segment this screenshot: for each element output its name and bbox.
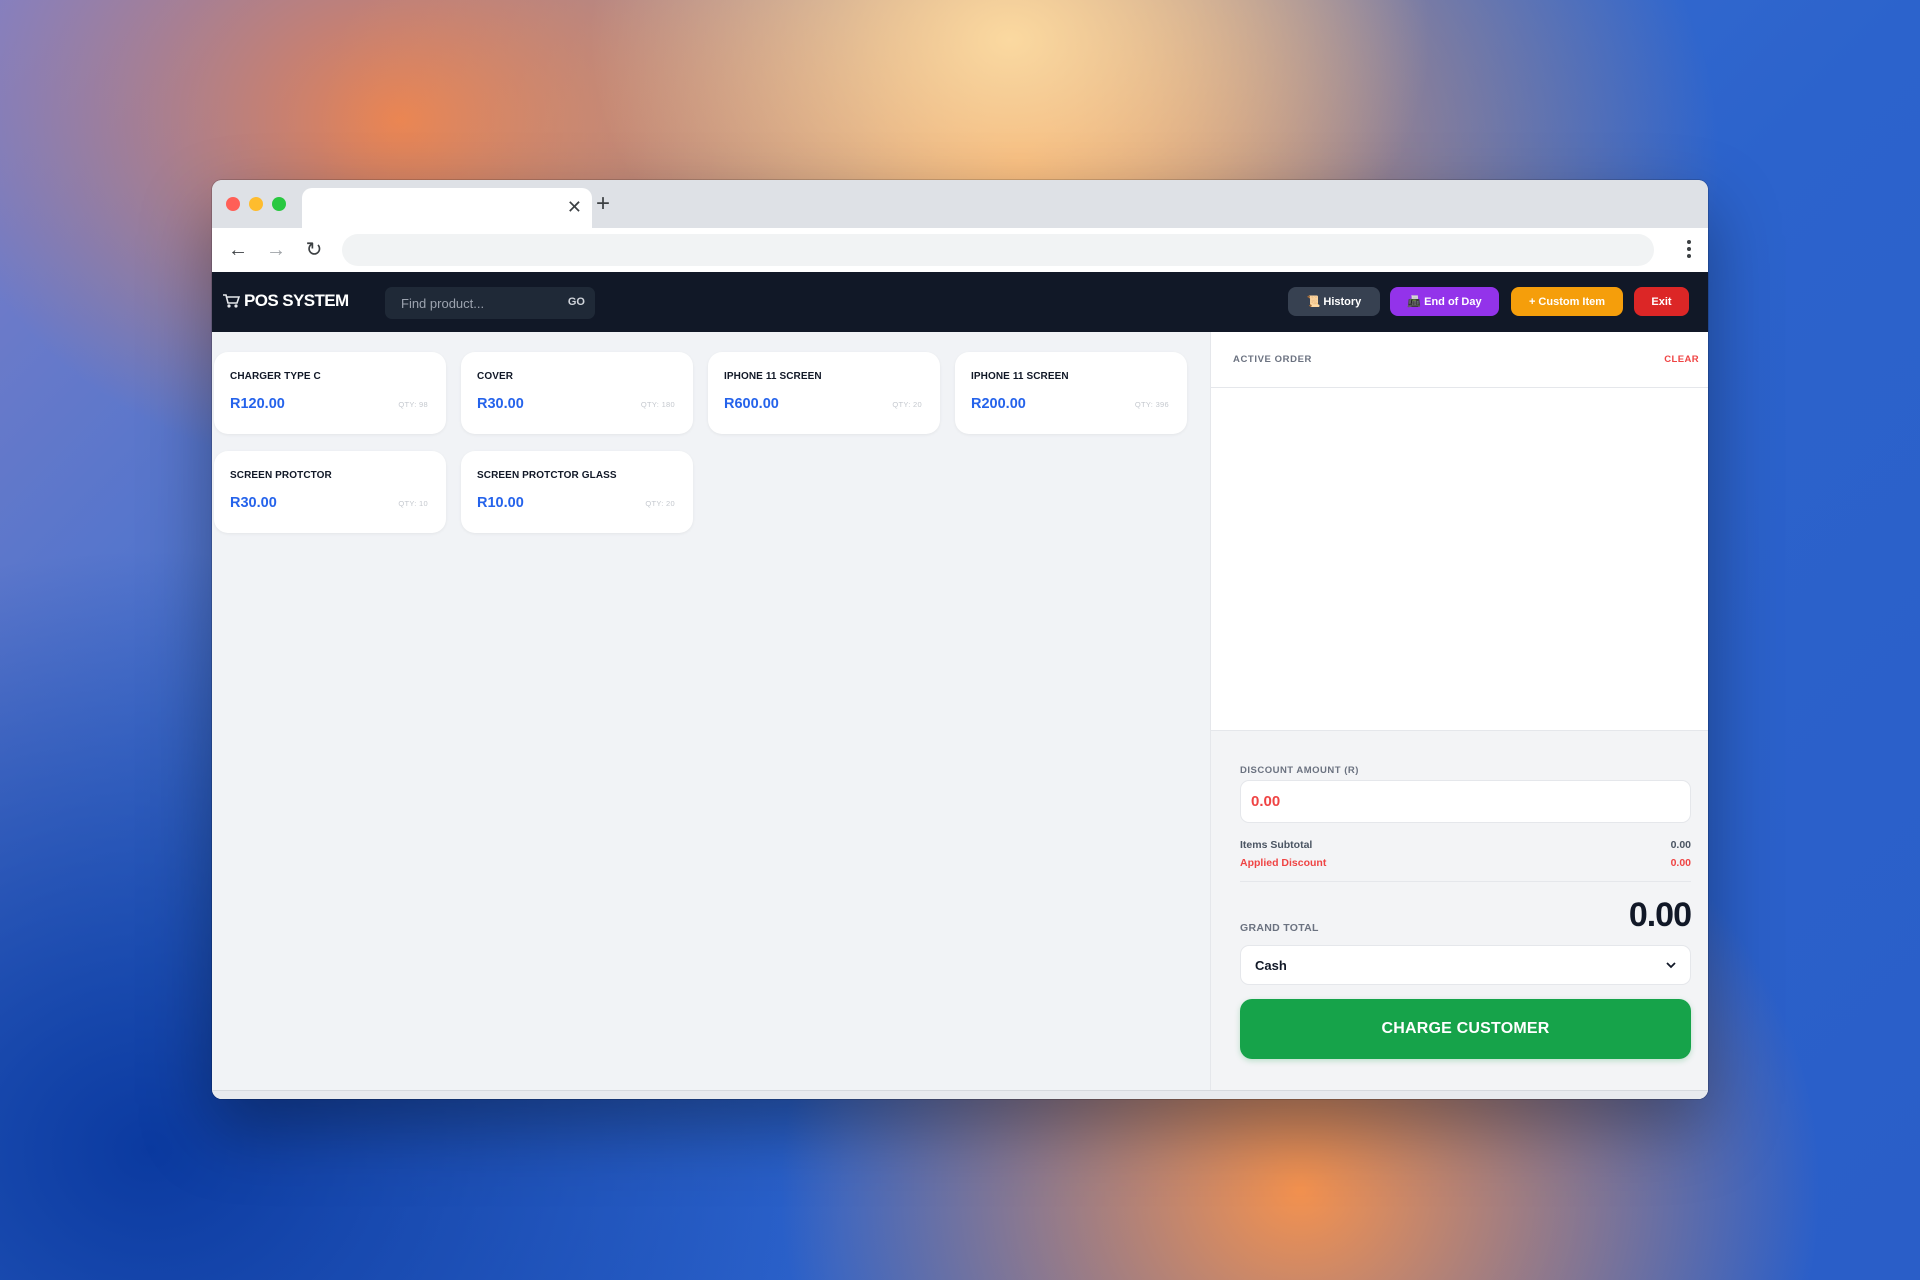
tab-close-icon[interactable]: ✕ [567,197,582,217]
payment-method-value: Cash [1255,957,1287,973]
tab-strip: ✕ + [212,180,1708,228]
browser-menu-icon[interactable] [1686,238,1692,262]
order-title: ACTIVE ORDER [1233,354,1312,365]
discount-input[interactable] [1240,780,1691,823]
app-logo: POS SYSTEM [222,291,349,311]
product-price: R10.00 [477,495,524,511]
exit-button[interactable]: Exit [1634,287,1689,316]
charge-customer-button[interactable]: CHARGE CUSTOMER [1240,999,1691,1059]
product-qty: QTY: 396 [1134,400,1169,409]
applied-discount-label: Applied Discount [1240,857,1327,869]
product-name: COVER [477,371,514,382]
product-price: R120.00 [230,396,285,412]
grand-total-label: GRAND TOTAL [1240,922,1319,934]
product-card[interactable]: SCREEN PROTCTOR GLASS R10.00 QTY: 20 [461,451,693,533]
search-go-button[interactable]: GO [568,296,585,308]
product-qty: QTY: 20 [645,499,675,508]
product-name: SCREEN PROTCTOR [230,470,332,481]
clear-order-button[interactable]: CLEAR [1664,354,1699,365]
forward-arrow-icon[interactable]: → [264,238,288,262]
back-arrow-icon[interactable]: ← [226,238,250,262]
fax-icon: 📠 [1407,296,1422,308]
reload-icon[interactable]: ↻ [302,238,326,262]
product-card[interactable]: IPHONE 11 SCREEN R200.00 QTY: 396 [955,352,1187,434]
browser-toolbar: ← → ↻ [212,228,1708,272]
product-name: CHARGER TYPE C [230,371,321,382]
divider [1240,881,1691,882]
product-price: R30.00 [230,495,277,511]
address-bar[interactable] [342,234,1654,266]
chevron-down-icon [1666,961,1676,968]
payment-method-select[interactable]: Cash [1240,945,1691,985]
history-button[interactable]: 📜 History [1288,287,1380,316]
scroll-icon: 📜 [1306,296,1321,308]
end-of-day-button[interactable]: 📠 End of Day [1390,287,1499,316]
new-tab-button[interactable]: + [596,192,610,216]
product-name: IPHONE 11 SCREEN [724,371,822,382]
cart-icon [223,294,240,308]
applied-discount-value: 0.00 [1670,857,1691,869]
product-name: SCREEN PROTCTOR GLASS [477,470,617,481]
product-card[interactable]: SCREEN PROTCTOR R30.00 QTY: 10 [214,451,446,533]
app-header: POS SYSTEM GO 📜 History 📠 End of Day + C… [212,272,1708,332]
product-card[interactable]: COVER R30.00 QTY: 180 [461,352,693,434]
custom-item-button[interactable]: + Custom Item [1511,287,1623,316]
product-price: R30.00 [477,396,524,412]
end-of-day-button-label: End of Day [1424,295,1482,308]
product-qty: QTY: 98 [398,400,428,409]
minimize-window-button[interactable] [249,197,263,211]
order-footer: DISCOUNT AMOUNT (R) Items Subtotal 0.00 … [1211,730,1708,1099]
order-header: ACTIVE ORDER CLEAR [1211,332,1708,388]
product-qty: QTY: 20 [892,400,922,409]
product-card[interactable]: IPHONE 11 SCREEN R600.00 QTY: 20 [708,352,940,434]
discount-label: DISCOUNT AMOUNT (R) [1240,765,1359,776]
product-card[interactable]: CHARGER TYPE C R120.00 QTY: 98 [214,352,446,434]
browser-window: ✕ + ← → ↻ POS SYSTEM GO 📜 History 📠 [212,180,1708,1099]
product-qty: QTY: 180 [640,400,675,409]
close-window-button[interactable] [226,197,240,211]
app-title: POS SYSTEM [244,291,349,310]
applied-discount-row: Applied Discount 0.00 [1240,857,1691,869]
history-button-label: History [1323,295,1362,308]
product-name: IPHONE 11 SCREEN [971,371,1069,382]
bottom-edge [212,1090,1708,1099]
grand-total-value: 0.00 [1628,896,1692,934]
subtotal-value: 0.00 [1670,839,1691,851]
product-search-input[interactable] [395,287,557,319]
browser-tab[interactable]: ✕ [302,188,592,228]
product-price: R600.00 [724,396,779,412]
subtotal-row: Items Subtotal 0.00 [1240,839,1691,851]
order-items-list [1211,388,1708,730]
subtotal-label: Items Subtotal [1240,839,1313,851]
product-search: GO [385,287,595,319]
maximize-window-button[interactable] [272,197,286,211]
product-qty: QTY: 10 [398,499,428,508]
active-order-panel: ACTIVE ORDER CLEAR DISCOUNT AMOUNT (R) I… [1210,332,1708,1099]
product-price: R200.00 [971,396,1026,412]
